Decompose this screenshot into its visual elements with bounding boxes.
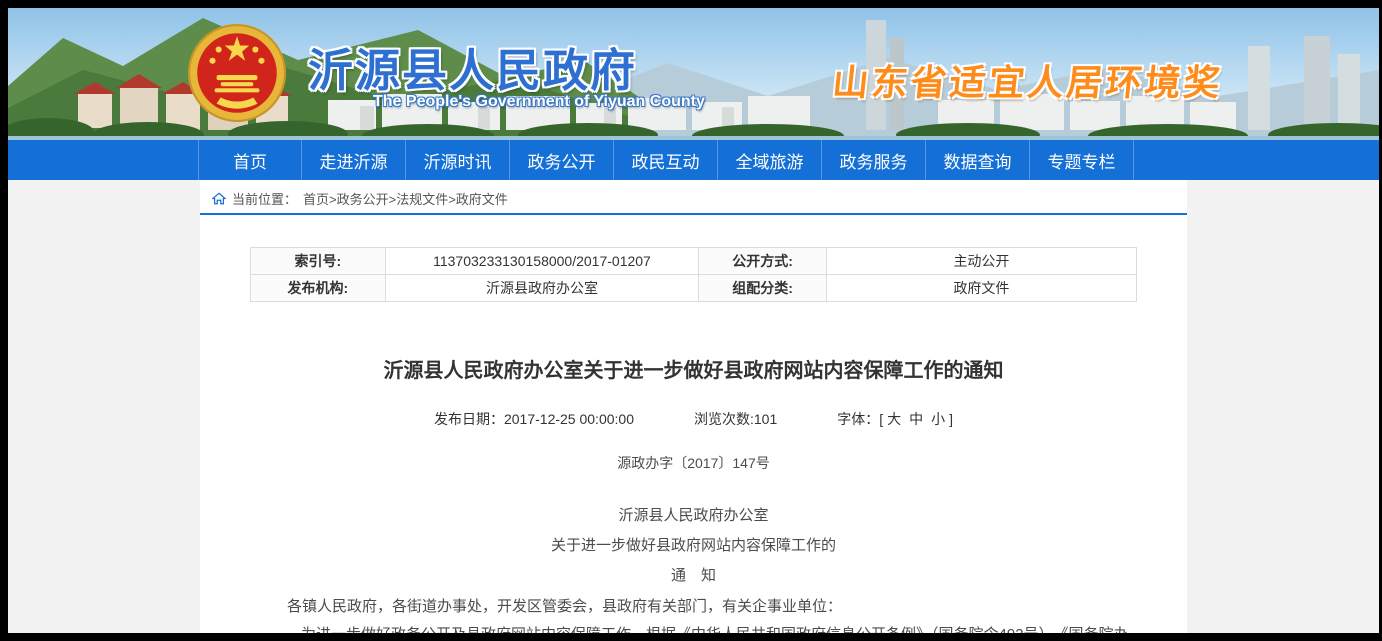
table-row: 索引号: 113703233130158000/2017-01207 公开方式:… [251, 248, 1137, 275]
nav-item-gov-info[interactable]: 政务公开 [510, 140, 614, 180]
nav-item-news[interactable]: 沂源时讯 [406, 140, 510, 180]
document-info-table: 索引号: 113703233130158000/2017-01207 公开方式:… [250, 247, 1137, 302]
index-number-value: 113703233130158000/2017-01207 [385, 248, 699, 275]
nav-item-data-query[interactable]: 数据查询 [926, 140, 1030, 180]
nav-item-about[interactable]: 走进沂源 [302, 140, 406, 180]
header-banner: 沂源县人民政府 The People's Government of Yiyua… [8, 8, 1379, 140]
breadcrumb-path[interactable]: 首页>政务公开>法规文件>政府文件 [303, 189, 508, 208]
publicity-type-value: 主动公开 [826, 248, 1136, 275]
heading-line: 沂源县人民政府办公室 [250, 501, 1137, 531]
site-subtitle: The People's Government of Yiyuan County [373, 93, 705, 111]
publicity-type-label: 公开方式: [699, 248, 827, 275]
award-banner-text: 山东省适宜人居环境奖 [830, 54, 1225, 106]
article-meta: 发布日期：2017-12-25 00:00:00 浏览次数:101 字体：[大中小] [250, 409, 1137, 429]
category-label: 组配分类: [699, 275, 827, 302]
site-title: 沂源县人民政府 [308, 34, 637, 99]
document-area: 索引号: 113703233130158000/2017-01207 公开方式:… [200, 247, 1187, 633]
document-body: 各镇人民政府，各街道办事处，开发区管委会，县政府有关部门，有关企事业单位： 为进… [250, 593, 1137, 633]
document-number: 源政办字〔2017〕147号 [250, 453, 1137, 473]
content-column: 当前位置： 首页>政务公开>法规文件>政府文件 索引号: 11370323313… [200, 180, 1187, 633]
breadcrumb-label: 当前位置： [232, 189, 297, 208]
nav-item-interaction[interactable]: 政民互动 [614, 140, 718, 180]
page: 沂源县人民政府 The People's Government of Yiyua… [8, 8, 1379, 633]
font-size-medium[interactable]: 中 [909, 411, 923, 427]
issuing-agency-value: 沂源县政府办公室 [385, 275, 699, 302]
heading-line: 关于进一步做好县政府网站内容保障工作的 [250, 531, 1137, 561]
nav-item-home[interactable]: 首页 [198, 140, 302, 180]
home-icon [212, 192, 226, 205]
nav-item-special[interactable]: 专题专栏 [1030, 140, 1134, 180]
issuing-agency-label: 发布机构: [251, 275, 386, 302]
breadcrumb: 当前位置： 首页>政务公开>法规文件>政府文件 [200, 180, 1187, 215]
nav-item-services[interactable]: 政务服务 [822, 140, 926, 180]
font-size-bracket-close: ] [949, 411, 953, 427]
main-nav: 首页 走进沂源 沂源时讯 政务公开 政民互动 全域旅游 政务服务 数据查询 专题… [8, 140, 1379, 180]
national-emblem [186, 22, 288, 124]
index-number-label: 索引号: [251, 248, 386, 275]
view-count: 浏览次数:101 [694, 411, 777, 427]
font-size-large[interactable]: 大 [887, 411, 901, 427]
category-value: 政府文件 [826, 275, 1136, 302]
font-size-small[interactable]: 小 [931, 411, 945, 427]
document-heading: 沂源县人民政府办公室 关于进一步做好县政府网站内容保障工作的 通 知 [250, 501, 1137, 591]
body-paragraph: 为进一步做好政务公开及县政府网站内容保障工作，根据《中华人民共和国政府信息公开条… [287, 621, 1137, 633]
publish-date-value: 2017-12-25 00:00:00 [504, 411, 634, 427]
nav-item-tourism[interactable]: 全域旅游 [718, 140, 822, 180]
font-size-label: 字体：[ [837, 411, 883, 427]
page-title: 沂源县人民政府办公室关于进一步做好县政府网站内容保障工作的通知 [250, 354, 1137, 383]
body-paragraph: 各镇人民政府，各街道办事处，开发区管委会，县政府有关部门，有关企事业单位： [287, 593, 1137, 621]
heading-line: 通 知 [250, 561, 1137, 591]
table-row: 发布机构: 沂源县政府办公室 组配分类: 政府文件 [251, 275, 1137, 302]
publish-date-label: 发布日期： [434, 411, 504, 427]
